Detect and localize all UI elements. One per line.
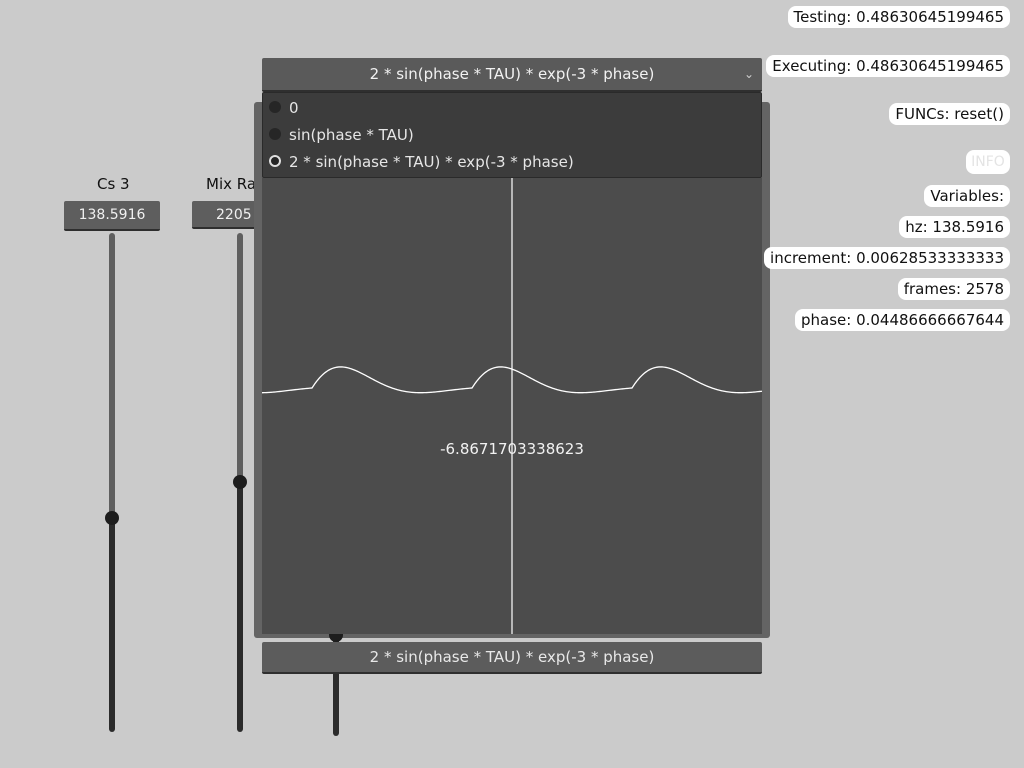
slider-track-lower-cs3[interactable]: [109, 518, 115, 732]
function-option-label: 0: [289, 99, 299, 117]
variable-frames: frames: 2578: [897, 278, 1010, 300]
function-option-sin[interactable]: sin(phase * TAU): [269, 123, 414, 147]
waveform-svg: [262, 178, 762, 634]
slider-track-lower-mix-rate[interactable]: [237, 482, 243, 732]
function-option-label: 2 * sin(phase * TAU) * exp(-3 * phase): [289, 153, 574, 171]
function-display-bar[interactable]: 2 * sin(phase * TAU) * exp(-3 * phase): [262, 642, 762, 674]
variables-heading: Variables:: [924, 185, 1010, 207]
chevron-down-icon: ⌄: [743, 67, 754, 81]
variable-increment: increment: 0.00628533333333: [764, 247, 1010, 269]
slider-track-upper-mix-rate[interactable]: [237, 233, 243, 482]
radio-icon: [269, 100, 281, 113]
function-option-damped-sin[interactable]: 2 * sin(phase * TAU) * exp(-3 * phase): [269, 150, 574, 174]
executing-readout: Executing: 0.48630645199465: [766, 55, 1010, 77]
waveform-scope: -6.8671703338623: [262, 178, 762, 634]
variable-phase: phase: 0.04486666667644: [794, 309, 1010, 331]
function-option-label: sin(phase * TAU): [289, 126, 414, 144]
variable-hz: hz: 138.5916: [899, 216, 1010, 238]
funcs-readout[interactable]: FUNCs: reset(): [889, 103, 1010, 125]
slider-handle-third[interactable]: [329, 634, 343, 642]
info-button[interactable]: INFO: [966, 150, 1010, 174]
function-select-value: 2 * sin(phase * TAU) * exp(-3 * phase): [369, 65, 655, 83]
slider-handle-mix-rate[interactable]: [233, 475, 247, 489]
function-options-list: 0 sin(phase * TAU) 2 * sin(phase * TAU) …: [262, 92, 762, 178]
radio-icon: [269, 127, 281, 140]
scope-readout: -6.8671703338623: [440, 440, 584, 458]
radio-selected-icon: [269, 154, 281, 167]
testing-readout: Testing: 0.48630645199465: [787, 6, 1010, 28]
slider-handle-cs3[interactable]: [105, 511, 119, 525]
slider-value-cs3[interactable]: 138.5916: [64, 201, 160, 231]
slider-label-cs3: Cs 3: [97, 175, 130, 193]
function-select[interactable]: 2 * sin(phase * TAU) * exp(-3 * phase) ⌄: [262, 58, 762, 92]
function-option-0[interactable]: 0: [269, 96, 299, 120]
slider-track-upper-cs3[interactable]: [109, 233, 115, 518]
slider-label-mix-rate: Mix Ra: [206, 175, 257, 193]
